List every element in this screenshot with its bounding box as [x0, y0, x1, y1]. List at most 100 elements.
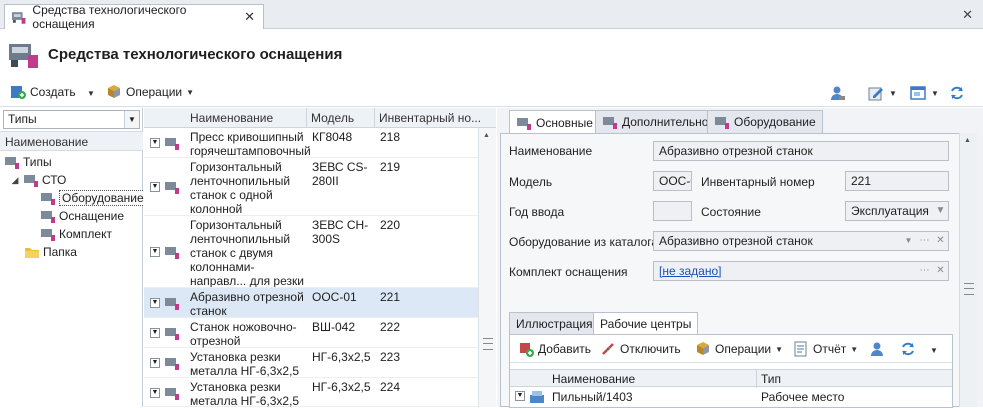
ellipsis-icon[interactable]: ⋯: [917, 232, 932, 250]
name-label: Наименование: [509, 144, 593, 158]
sub-operations-button[interactable]: Операции ▼: [695, 341, 783, 357]
wc-type: Рабочее место: [761, 390, 845, 404]
edit-icon[interactable]: [868, 85, 884, 101]
operations-button[interactable]: Операции ▼: [106, 84, 194, 100]
grid-scrollbar[interactable]: ▲: [478, 128, 496, 407]
edit-dropdown-icon[interactable]: ▼: [889, 89, 897, 98]
chevron-down-icon[interactable]: ▼: [901, 232, 916, 250]
tree-node-folder[interactable]: Папка: [24, 243, 77, 261]
table-row[interactable]: ▼ Станок ножовочно-отрезной ВШ-042 222: [144, 318, 478, 348]
tab-equipment[interactable]: Оборудование: [707, 110, 823, 133]
table-row[interactable]: ▼ Установка резки металла НГ-6,3х2,5 НГ-…: [144, 378, 478, 408]
tree-node-kit[interactable]: Комплект: [40, 225, 112, 243]
scroll-up-icon[interactable]: ▲: [964, 137, 971, 144]
user-icon[interactable]: [830, 85, 846, 101]
kit-link[interactable]: [не задано]: [659, 264, 721, 278]
table-row[interactable]: ▼ Горизонтальный ленточнопильный станок …: [144, 216, 478, 288]
column-name-header[interactable]: Наименование: [190, 111, 273, 125]
tab-illustration[interactable]: Иллюстрация: [509, 312, 600, 334]
tree-node-tooling[interactable]: Оснащение: [40, 207, 124, 225]
add-icon: [520, 343, 534, 357]
tree-node-equipment[interactable]: Оборудование: [40, 189, 147, 207]
expand-icon[interactable]: ▼: [150, 247, 160, 257]
add-button[interactable]: Добавить: [518, 341, 591, 357]
equipment-icon: [715, 117, 729, 129]
expand-icon[interactable]: ▼: [515, 391, 525, 401]
column-model-header[interactable]: Модель: [311, 111, 354, 125]
operations-icon: [697, 342, 709, 355]
work-centers-panel: Добавить Отключить Операции ▼ Отчёт ▼ ▼ …: [509, 334, 953, 408]
chevron-down-icon[interactable]: ▼: [933, 202, 948, 220]
ellipsis-icon[interactable]: ⋯: [917, 262, 932, 280]
table-row[interactable]: ▼ Установка резки металла НГ-6,3х2,5 НГ-…: [144, 348, 478, 378]
page-title: Средства технологического оснащения: [48, 46, 343, 63]
row-name: Пресс кривошипный горячештамповочный: [190, 130, 311, 158]
report-label: Отчёт: [813, 342, 847, 356]
unlink-icon: [602, 343, 614, 355]
window-dropdown-icon[interactable]: ▼: [931, 89, 939, 98]
more-dropdown-icon[interactable]: ▼: [930, 346, 938, 355]
details-scrollbar[interactable]: ▲: [959, 133, 977, 407]
details-body: Наименование Абразивно отрезной станок М…: [500, 133, 960, 408]
chevron-down-icon: ▼: [850, 344, 859, 354]
clear-icon[interactable]: ✕: [933, 232, 948, 250]
report-icon: [794, 341, 807, 357]
create-dropdown-icon[interactable]: ▼: [87, 89, 95, 98]
year-field[interactable]: [653, 201, 692, 221]
state-select[interactable]: Эксплуатация ▼: [845, 201, 949, 221]
report-button[interactable]: Отчёт ▼: [793, 341, 858, 357]
model-field[interactable]: ООС-0: [653, 171, 692, 191]
scroll-grip[interactable]: [964, 283, 974, 295]
wc-name: Пильный/1403: [552, 390, 633, 404]
equipment-icon: [165, 298, 179, 310]
clear-icon[interactable]: ✕: [933, 262, 948, 280]
column-wc-name-header[interactable]: Наименование: [552, 372, 635, 386]
collapse-icon[interactable]: ◢: [10, 175, 20, 186]
tab-additional[interactable]: Дополнительно: [595, 110, 716, 133]
tab-work-centers[interactable]: Рабочие центры: [593, 312, 699, 335]
tree-node-types[interactable]: Типы: [4, 153, 52, 171]
tab-main[interactable]: Основные: [509, 110, 600, 134]
expand-icon[interactable]: ▼: [150, 358, 160, 368]
user-icon[interactable]: [870, 341, 886, 357]
tab-label: Основные: [536, 115, 593, 130]
tree-node-sto[interactable]: ◢ СТО: [10, 171, 66, 189]
close-window-icon[interactable]: ✕: [962, 7, 973, 23]
table-row[interactable]: ▼ Горизонтальный ленточнопильный станок …: [144, 158, 478, 216]
tree-column-header[interactable]: Наименование: [0, 131, 143, 151]
refresh-icon[interactable]: [900, 341, 916, 357]
type-selector[interactable]: Типы ▼: [3, 110, 140, 129]
equipment-large-icon: [9, 44, 38, 68]
tree-node-label: Папка: [43, 245, 77, 259]
inventory-field[interactable]: 221: [845, 171, 949, 191]
equipment-icon: [41, 193, 55, 205]
expand-icon[interactable]: ▼: [150, 388, 160, 398]
scroll-grip[interactable]: [483, 338, 493, 350]
column-inventory-header[interactable]: Инвентарный но...: [379, 111, 481, 125]
add-icon: [11, 86, 26, 99]
detach-button[interactable]: Отключить: [600, 341, 681, 357]
window-icon[interactable]: [910, 85, 926, 101]
name-field[interactable]: Абразивно отрезной станок: [653, 141, 949, 161]
document-tab[interactable]: Средства технологического оснащения ✕: [4, 3, 264, 31]
row-name: Станок ножовочно-отрезной: [190, 320, 297, 348]
scroll-up-icon[interactable]: ▲: [483, 132, 490, 139]
column-wc-type-header[interactable]: Тип: [761, 372, 781, 386]
catalog-field[interactable]: Абразивно отрезной станок ▼ ⋯ ✕: [653, 231, 949, 251]
table-row[interactable]: ▼ Пильный/1403 Рабочее место: [510, 387, 952, 407]
close-tab-icon[interactable]: ✕: [244, 9, 255, 25]
chevron-down-icon[interactable]: ▼: [124, 111, 139, 128]
equipment-icon: [24, 175, 38, 187]
refresh-icon[interactable]: [949, 85, 965, 101]
equipment-grid: Наименование Модель Инвентарный но... ▼ …: [144, 108, 496, 408]
create-button[interactable]: Создать: [10, 84, 76, 100]
table-row[interactable]: ▼ Пресс кривошипный горячештамповочный К…: [144, 128, 478, 158]
row-model: ВШ-042: [312, 320, 356, 334]
kit-field[interactable]: [не задано] ⋯ ✕: [653, 261, 949, 281]
expand-icon[interactable]: ▼: [150, 182, 160, 192]
expand-icon[interactable]: ▼: [150, 298, 160, 308]
table-row-selected[interactable]: ▼ Абразивно отрезной станок ООС-01 221: [144, 288, 478, 318]
expand-icon[interactable]: ▼: [150, 138, 160, 148]
expand-icon[interactable]: ▼: [150, 328, 160, 338]
tree-node-label: Типы: [23, 155, 52, 169]
